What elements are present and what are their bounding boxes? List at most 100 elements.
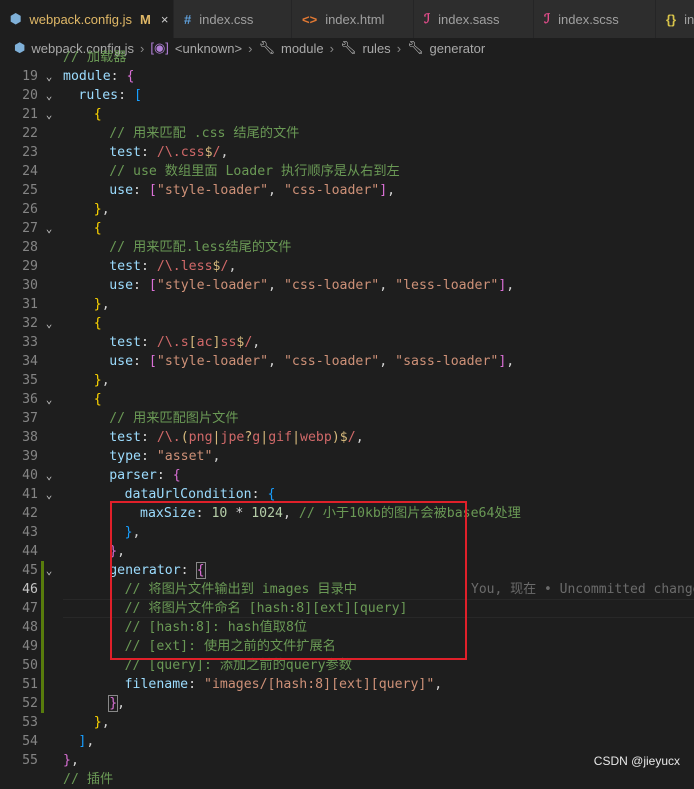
fold-chevron-icon[interactable]: ⌄ <box>43 561 55 580</box>
line-number: 39 <box>22 449 38 464</box>
code-line[interactable]: 31}, <box>0 295 694 314</box>
code-text: }, <box>93 202 110 217</box>
tab-index-scss[interactable]: ℐ index.scss <box>534 0 656 38</box>
code-line[interactable]: 39 type: "asset", <box>0 447 694 466</box>
line-number: 36 <box>22 392 38 407</box>
code-line[interactable]: 54], <box>0 732 694 751</box>
tab-webpack-config[interactable]: ⬢ webpack.config.js M × <box>0 0 174 38</box>
code-line[interactable]: 25 use: ["style-loader", "css-loader"], <box>0 181 694 200</box>
line-number: 46 <box>22 582 38 597</box>
line-number: 22 <box>22 126 38 141</box>
html-brackets-icon: <> <box>302 11 318 27</box>
code-editor[interactable]: // 加载器 19 ⌄ module: {20 ⌄ rules: [21 ⌄ {22 // 用来… <box>0 50 694 787</box>
code-text: // 用来匹配图片文件 <box>109 411 239 426</box>
line-number: 42 <box>22 506 38 521</box>
fold-chevron-icon[interactable]: ⌄ <box>43 105 55 124</box>
line-number: 47 <box>22 601 38 616</box>
fold-chevron-icon[interactable]: ⌄ <box>43 390 55 409</box>
close-icon[interactable]: × <box>161 12 169 27</box>
code-line[interactable]: 27 ⌄ { <box>0 219 694 238</box>
line-number: 19 <box>22 69 38 84</box>
fold-chevron-icon[interactable]: ⌄ <box>43 67 55 86</box>
tab-bar: ⬢ webpack.config.js M × # index.css <> i… <box>0 0 694 38</box>
code-line[interactable]: 28 // 用来匹配.less结尾的文件 <box>0 238 694 257</box>
tab-index-css[interactable]: # index.css <box>174 0 292 38</box>
code-line[interactable]: 23 test: /\.css$/, <box>0 143 694 162</box>
tab-index-sass[interactable]: ℐ index.sass <box>414 0 534 38</box>
line-number: 52 <box>22 696 38 711</box>
line-number: 29 <box>22 259 38 274</box>
code-text: type: "asset", <box>109 449 221 464</box>
code-text: // 用来匹配 .css 结尾的文件 <box>109 126 300 141</box>
code-line[interactable]: 37 // 用来匹配图片文件 <box>0 409 694 428</box>
code-text: use: ["style-loader", "css-loader"], <box>109 183 396 198</box>
line-number: 54 <box>22 734 38 749</box>
code-line[interactable]: 24 // use 数组里面 Loader 执行顺序是从右到左 <box>0 162 694 181</box>
code-line[interactable]: 35}, <box>0 371 694 390</box>
tab-label: index.scss <box>558 11 619 27</box>
code-text: use: ["style-loader", "css-loader", "les… <box>109 278 515 293</box>
line-number: 53 <box>22 715 38 730</box>
code-text: test: /\.css$/, <box>109 145 229 160</box>
fold-chevron-icon[interactable]: ⌄ <box>43 466 55 485</box>
code-line[interactable]: 22 // 用来匹配 .css 结尾的文件 <box>0 124 694 143</box>
highlight-box <box>110 501 467 660</box>
code-line[interactable]: // 加载器 <box>0 48 694 67</box>
code-line[interactable]: 36 ⌄ { <box>0 390 694 409</box>
css-hash-icon: # <box>184 11 192 27</box>
code-text: ], <box>78 734 95 749</box>
line-number: 37 <box>22 411 38 426</box>
code-text: // use 数组里面 Loader 执行顺序是从右到左 <box>109 164 400 179</box>
line-number: 51 <box>22 677 38 692</box>
code-line[interactable]: 51 filename: "images/[hash:8][ext][query]… <box>0 675 694 694</box>
code-text: }, <box>63 753 79 768</box>
code-text: use: ["style-loader", "css-loader", "sas… <box>109 354 515 369</box>
code-line[interactable]: 20 ⌄ rules: [ <box>0 86 694 105</box>
json-braces-icon: {} <box>666 11 677 27</box>
fold-chevron-icon[interactable]: ⌄ <box>43 314 55 333</box>
code-text: // 加载器 <box>63 50 127 65</box>
line-number: 38 <box>22 430 38 445</box>
watermark: CSDN @jieyucx <box>593 754 680 768</box>
code-text: { <box>93 107 102 122</box>
code-text: rules: [ <box>78 88 142 103</box>
code-line[interactable]: 30 use: ["style-loader", "css-loader", "l… <box>0 276 694 295</box>
line-number: 27 <box>22 221 38 236</box>
line-number: 48 <box>22 620 38 635</box>
code-text: }, <box>93 297 110 312</box>
code-line[interactable]: 32 ⌄ { <box>0 314 694 333</box>
tab-label: index.html <box>325 11 385 27</box>
tab-index-html[interactable]: <> index.html <box>292 0 414 38</box>
code-line[interactable]: 52}, <box>0 694 694 713</box>
tab-label: index.css <box>199 11 254 27</box>
sass-icon: ℐ <box>424 11 431 26</box>
code-text: { <box>93 392 102 407</box>
line-number: 50 <box>22 658 38 673</box>
fold-chevron-icon[interactable]: ⌄ <box>43 86 55 105</box>
line-number: 44 <box>22 544 38 559</box>
code-line[interactable]: 26}, <box>0 200 694 219</box>
line-number: 33 <box>22 335 38 350</box>
code-line[interactable]: 29 test: /\.less$/, <box>0 257 694 276</box>
code-line[interactable]: 40 ⌄ parser: { <box>0 466 694 485</box>
code-text: test: /\.s[ac]ss$/, <box>109 335 261 350</box>
line-number: 20 <box>22 88 38 103</box>
code-text: }, <box>93 373 110 388</box>
line-number: 28 <box>22 240 38 255</box>
fold-chevron-icon[interactable]: ⌄ <box>43 219 55 238</box>
code-line[interactable]: 34 use: ["style-loader", "css-loader", "s… <box>0 352 694 371</box>
js-gear-icon: ⬢ <box>10 11 22 26</box>
fold-chevron-icon[interactable]: ⌄ <box>43 485 55 504</box>
tab-partial[interactable]: {} in <box>656 0 694 38</box>
code-line[interactable]: 53}, <box>0 713 694 732</box>
code-line[interactable]: 55}, <box>0 751 694 770</box>
code-line[interactable]: 19 ⌄ module: { <box>0 67 694 86</box>
line-number: 23 <box>22 145 38 160</box>
code-text: parser: { <box>109 468 181 483</box>
line-number: 31 <box>22 297 38 312</box>
code-line[interactable]: 38 test: /\.(png|jpe?g|gif|webp)$/, <box>0 428 694 447</box>
code-line[interactable]: 33 test: /\.s[ac]ss$/, <box>0 333 694 352</box>
line-number: 35 <box>22 373 38 388</box>
line-number: 34 <box>22 354 38 369</box>
code-line[interactable]: 21 ⌄ { <box>0 105 694 124</box>
